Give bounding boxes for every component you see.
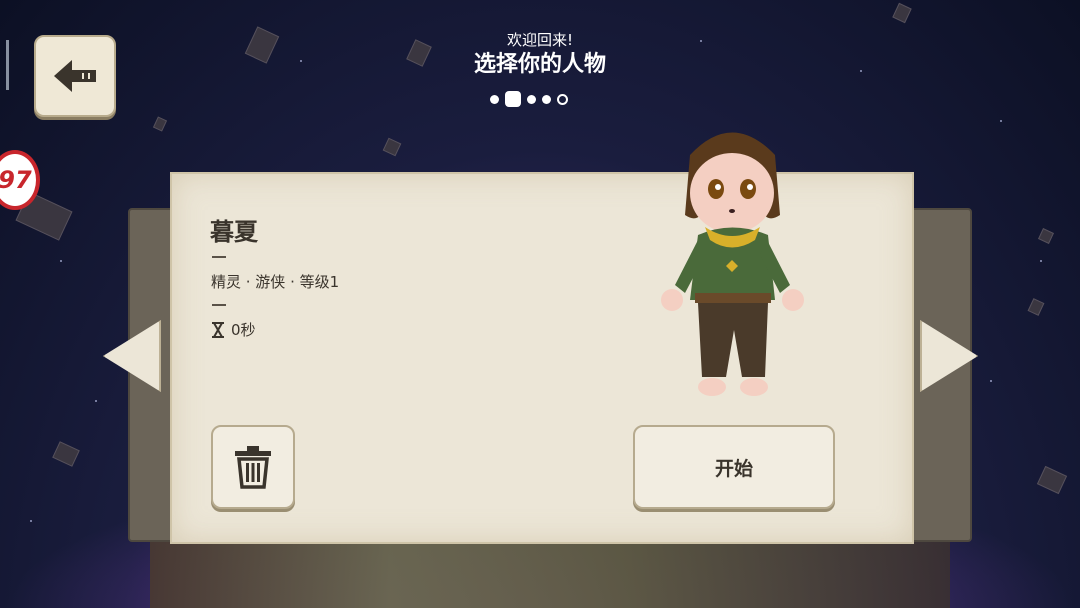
start-button-label: 开始 [714,457,753,480]
side-badge-text: 97 [0,166,32,194]
divider [212,256,226,258]
page-indicator [490,90,590,108]
divider [212,304,226,306]
page-dot-active [505,91,521,107]
page-title: 选择你的人物 [473,52,606,77]
trash-icon [235,446,271,489]
page-dot [542,94,551,104]
page-dot-empty [557,93,568,105]
header: 欢迎回来! 选择你的人物 [390,30,690,80]
welcome-text: 欢迎回来! [506,31,573,49]
edge-line [6,40,9,90]
playtime-row: 0秒 [211,319,256,340]
character-avatar [661,132,804,396]
character-name: 暮夏 [210,218,258,246]
start-button[interactable]: 开始 [633,425,835,509]
hourglass-icon [212,321,224,338]
back-button[interactable] [34,35,116,117]
page-dot [490,94,499,104]
character-details: 精灵 · 游侠 · 等级1 [211,273,340,291]
delete-character-button[interactable] [211,425,295,509]
playtime-value: 0秒 [231,321,256,339]
page-dot [527,94,536,104]
arrow-left-icon [54,60,96,92]
